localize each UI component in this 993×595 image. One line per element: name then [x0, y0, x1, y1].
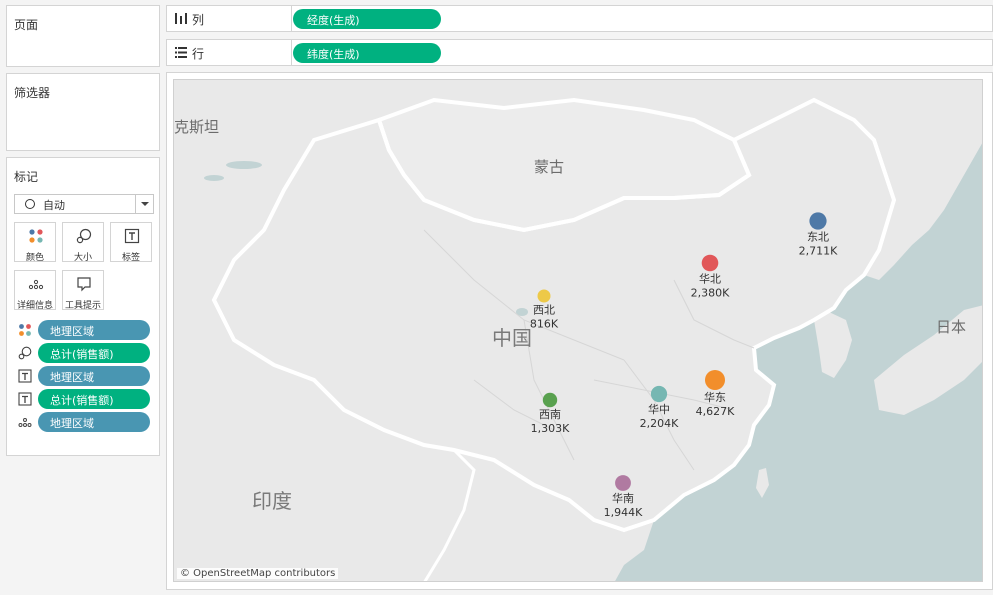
field-pill[interactable]: 地理区域	[38, 366, 150, 386]
field-pill[interactable]: 总计(销售额)	[38, 389, 150, 409]
region-mark[interactable]	[809, 212, 827, 230]
size-button[interactable]: 大小	[62, 222, 104, 263]
marks-shelf-size: 总计(销售额)	[12, 343, 162, 363]
region-mark[interactable]	[615, 475, 631, 491]
field-pill[interactable]: 地理区域	[38, 412, 150, 432]
field-pill[interactable]: 地理区域	[38, 320, 150, 340]
region-value-label: 816K	[530, 318, 559, 331]
rows-shelf-label: 行	[167, 40, 292, 65]
region-value-label: 2,711K	[799, 245, 838, 258]
latitude-pill[interactable]: 纬度(生成)	[293, 43, 441, 63]
color-button[interactable]: 颜色	[14, 222, 56, 263]
region-name-label: 西北	[533, 304, 555, 317]
region-value-label: 4,627K	[696, 405, 735, 418]
country-label: 日本	[936, 318, 966, 336]
filters-title: 筛选器	[14, 86, 51, 100]
rows-icon	[175, 47, 187, 58]
region-name-label: 华东	[704, 390, 726, 404]
region-name-label: 华南	[612, 491, 634, 505]
columns-shelf: 列 经度(生成)	[166, 5, 993, 32]
color-button-label: 颜色	[25, 253, 44, 263]
columns-shelf-label: 列	[167, 6, 292, 31]
mark-type-label: 自动	[43, 199, 65, 212]
region-mark[interactable]	[701, 254, 719, 272]
size-encoding-icon	[18, 346, 32, 360]
filters-card[interactable]: 筛选器	[6, 73, 160, 151]
marks-title: 标记	[14, 170, 39, 184]
marks-shelf-label: 总计(销售额)	[12, 389, 162, 409]
text-label-icon	[124, 228, 140, 244]
label-encoding-icon	[18, 369, 32, 383]
circle-mark-icon	[25, 199, 35, 209]
label-button-label: 标签	[121, 253, 140, 263]
region-mark[interactable]	[542, 392, 558, 408]
tooltip-icon	[77, 277, 91, 292]
tooltip-button[interactable]: 工具提示	[62, 270, 104, 311]
lake	[226, 161, 262, 169]
field-pill[interactable]: 总计(销售额)	[38, 343, 150, 363]
region-value-label: 1,303K	[531, 422, 570, 435]
detail-button[interactable]: 详细信息	[14, 270, 56, 311]
tooltip-button-label: 工具提示	[64, 301, 101, 311]
detail-icon	[28, 279, 44, 290]
map-canvas[interactable]: 克斯坦 蒙古 中国 日本 印度 东北2,711K 华北2,380K 西北816K 华东…	[174, 80, 983, 582]
region-mark[interactable]	[650, 385, 668, 403]
region-value-label: 1,944K	[604, 506, 643, 519]
size-icon	[76, 228, 92, 244]
region-name-label: 东北	[807, 231, 829, 244]
pages-card[interactable]: 页面	[6, 5, 160, 67]
marks-shelf-detail: 地理区域	[12, 412, 162, 432]
country-label: 中国	[492, 326, 532, 350]
rows-label: 行	[192, 47, 205, 61]
chevron-down-icon[interactable]	[135, 195, 153, 213]
country-label: 克斯坦	[174, 118, 219, 136]
label-button[interactable]: 标签	[110, 222, 152, 263]
columns-label: 列	[192, 13, 205, 27]
longitude-pill[interactable]: 经度(生成)	[293, 9, 441, 29]
size-button-label: 大小	[73, 253, 92, 263]
marks-card: 标记 自动 颜色 大小 标签 详细信息 工具提示 地理区域 总计(销售额) 地理…	[6, 157, 160, 456]
detail-encoding-icon	[18, 418, 32, 427]
region-value-label: 2,380K	[691, 286, 730, 299]
region-mark[interactable]	[705, 370, 725, 390]
color-icon	[29, 229, 43, 243]
rows-shelf: 行 纬度(生成)	[166, 39, 993, 66]
region-mark[interactable]	[537, 289, 551, 303]
pages-title: 页面	[14, 18, 39, 32]
map-credit: © OpenStreetMap contributors	[177, 568, 339, 579]
mark-type-dropdown[interactable]: 自动	[14, 194, 154, 214]
region-name-label: 华中	[648, 402, 670, 416]
lake	[204, 175, 224, 181]
color-encoding-icon	[19, 324, 31, 336]
country-label: 印度	[252, 489, 292, 513]
detail-button-label: 详细信息	[16, 301, 53, 311]
marks-shelf-label: 地理区域	[12, 366, 162, 386]
region-name-label: 华北	[699, 271, 721, 285]
marks-shelf-color: 地理区域	[12, 320, 162, 340]
columns-icon	[175, 13, 187, 24]
region-value-label: 2,204K	[640, 417, 679, 430]
region-name-label: 西南	[539, 408, 561, 421]
map-view[interactable]: 克斯坦 蒙古 中国 日本 印度 东北 2,711K 华北 2,380K 西北 816K 华东…	[173, 79, 983, 582]
label-encoding-icon	[18, 392, 32, 406]
country-label: 蒙古	[534, 158, 564, 176]
